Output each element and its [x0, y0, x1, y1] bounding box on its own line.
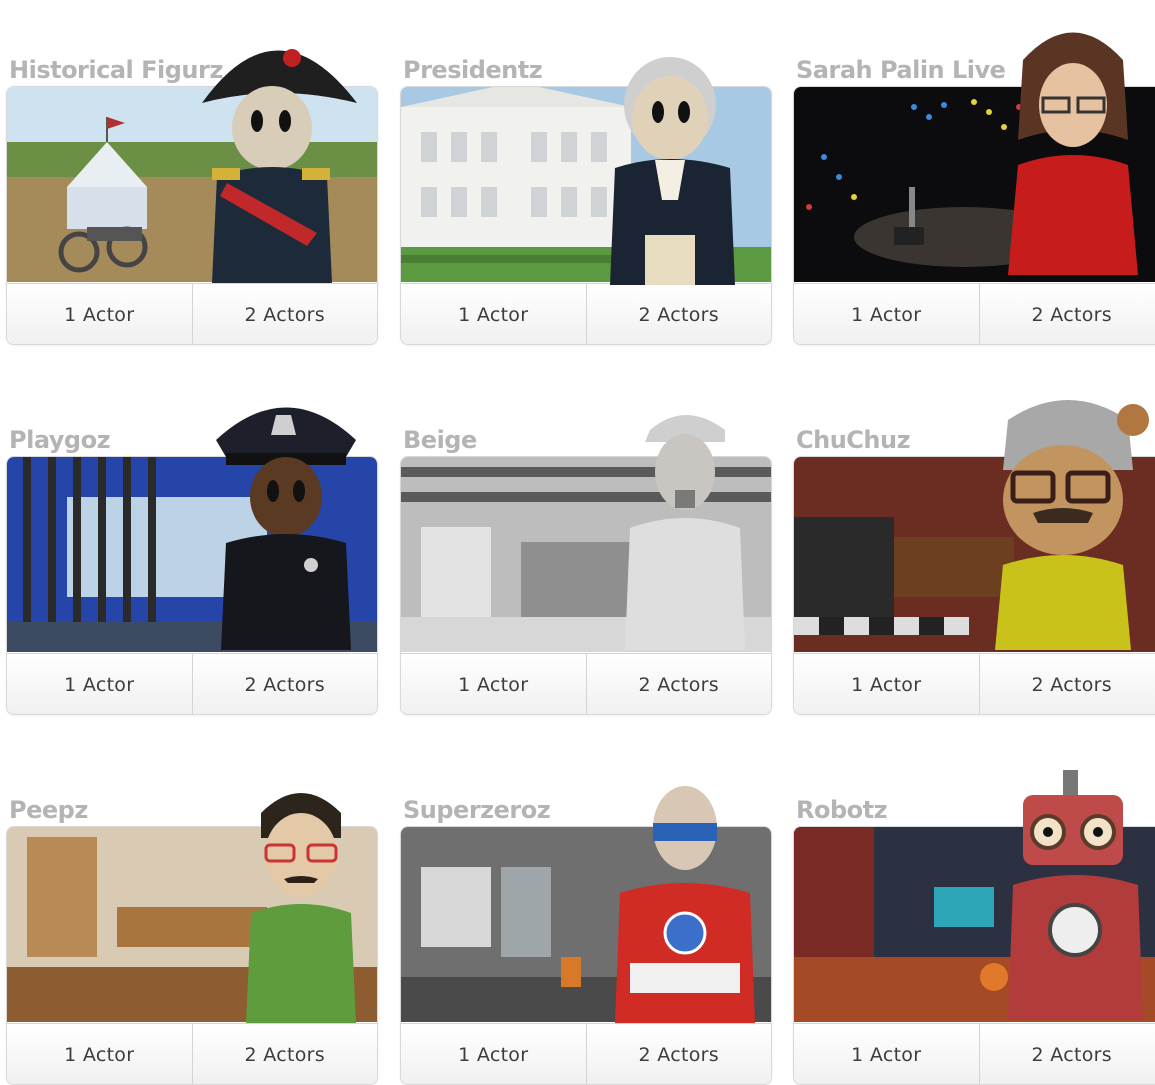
actor-buttons: 1 Actor 2 Actors — [7, 653, 377, 715]
card-title: ChuChuz — [796, 426, 910, 454]
scene-thumbnail[interactable] — [7, 87, 377, 282]
card-playgoz: Playgoz 1 Actor 2 Actors — [6, 410, 378, 710]
card-superzeroz: Superzeroz 1 Actor 2 Actors — [400, 780, 772, 1080]
actor-buttons: 1 Actor 2 Actors — [7, 283, 377, 345]
one-actor-button[interactable]: 1 Actor — [794, 654, 979, 715]
card-title: Playgoz — [9, 426, 110, 454]
scene-thumbnail[interactable] — [401, 457, 771, 652]
actor-buttons: 1 Actor 2 Actors — [7, 1023, 377, 1085]
card-chuchuz: ChuChuz 1 Actor 2 Actors — [793, 410, 1155, 710]
one-actor-button[interactable]: 1 Actor — [794, 1024, 979, 1085]
two-actors-button[interactable]: 2 Actors — [586, 284, 772, 345]
card-sarah-palin-live: Sarah Palin Live 1 Actor 2 Actors — [793, 40, 1155, 340]
card-panel: 1 Actor 2 Actors — [400, 826, 772, 1085]
card-panel: 1 Actor 2 Actors — [793, 826, 1155, 1085]
actor-buttons: 1 Actor 2 Actors — [794, 283, 1155, 345]
two-actors-button[interactable]: 2 Actors — [192, 654, 378, 715]
actor-buttons: 1 Actor 2 Actors — [401, 1023, 771, 1085]
card-panel: 1 Actor 2 Actors — [6, 456, 378, 715]
scene-thumbnail[interactable] — [401, 827, 771, 1022]
card-title: Presidentz — [403, 56, 542, 84]
card-panel: 1 Actor 2 Actors — [6, 826, 378, 1085]
two-actors-button[interactable]: 2 Actors — [586, 654, 772, 715]
card-title: Peepz — [9, 796, 88, 824]
actor-buttons: 1 Actor 2 Actors — [401, 653, 771, 715]
two-actors-button[interactable]: 2 Actors — [979, 284, 1155, 345]
card-historical-figurz: Historical Figurz 1 Actor 2 Actors — [6, 40, 378, 340]
one-actor-button[interactable]: 1 Actor — [401, 654, 586, 715]
one-actor-button[interactable]: 1 Actor — [7, 284, 192, 345]
two-actors-button[interactable]: 2 Actors — [979, 654, 1155, 715]
actor-buttons: 1 Actor 2 Actors — [401, 283, 771, 345]
two-actors-button[interactable]: 2 Actors — [586, 1024, 772, 1085]
card-presidentz: Presidentz 1 Actor 2 Actors — [400, 40, 772, 340]
card-panel: 1 Actor 2 Actors — [793, 456, 1155, 715]
card-title: Beige — [403, 426, 477, 454]
card-robotz: Robotz 1 Actor 2 Actors — [793, 780, 1155, 1080]
card-panel: 1 Actor 2 Actors — [400, 86, 772, 345]
scene-thumbnail[interactable] — [7, 827, 377, 1022]
one-actor-button[interactable]: 1 Actor — [7, 654, 192, 715]
scene-thumbnail[interactable] — [794, 827, 1155, 1022]
card-title: Robotz — [796, 796, 887, 824]
card-panel: 1 Actor 2 Actors — [400, 456, 772, 715]
one-actor-button[interactable]: 1 Actor — [401, 1024, 586, 1085]
two-actors-button[interactable]: 2 Actors — [192, 1024, 378, 1085]
card-panel: 1 Actor 2 Actors — [793, 86, 1155, 345]
scene-thumbnail[interactable] — [401, 87, 771, 282]
two-actors-button[interactable]: 2 Actors — [979, 1024, 1155, 1085]
one-actor-button[interactable]: 1 Actor — [401, 284, 586, 345]
scene-thumbnail[interactable] — [7, 457, 377, 652]
card-peepz: Peepz 1 Actor 2 Actors — [6, 780, 378, 1080]
card-title: Historical Figurz — [9, 56, 223, 84]
two-actors-button[interactable]: 2 Actors — [192, 284, 378, 345]
card-title: Superzeroz — [403, 796, 550, 824]
card-title: Sarah Palin Live — [796, 56, 1005, 84]
one-actor-button[interactable]: 1 Actor — [794, 284, 979, 345]
one-actor-button[interactable]: 1 Actor — [7, 1024, 192, 1085]
card-beige: Beige 1 Actor 2 Actors — [400, 410, 772, 710]
scene-thumbnail[interactable] — [794, 87, 1155, 282]
actor-buttons: 1 Actor 2 Actors — [794, 653, 1155, 715]
card-panel: 1 Actor 2 Actors — [6, 86, 378, 345]
scene-thumbnail[interactable] — [794, 457, 1155, 652]
actor-buttons: 1 Actor 2 Actors — [794, 1023, 1155, 1085]
